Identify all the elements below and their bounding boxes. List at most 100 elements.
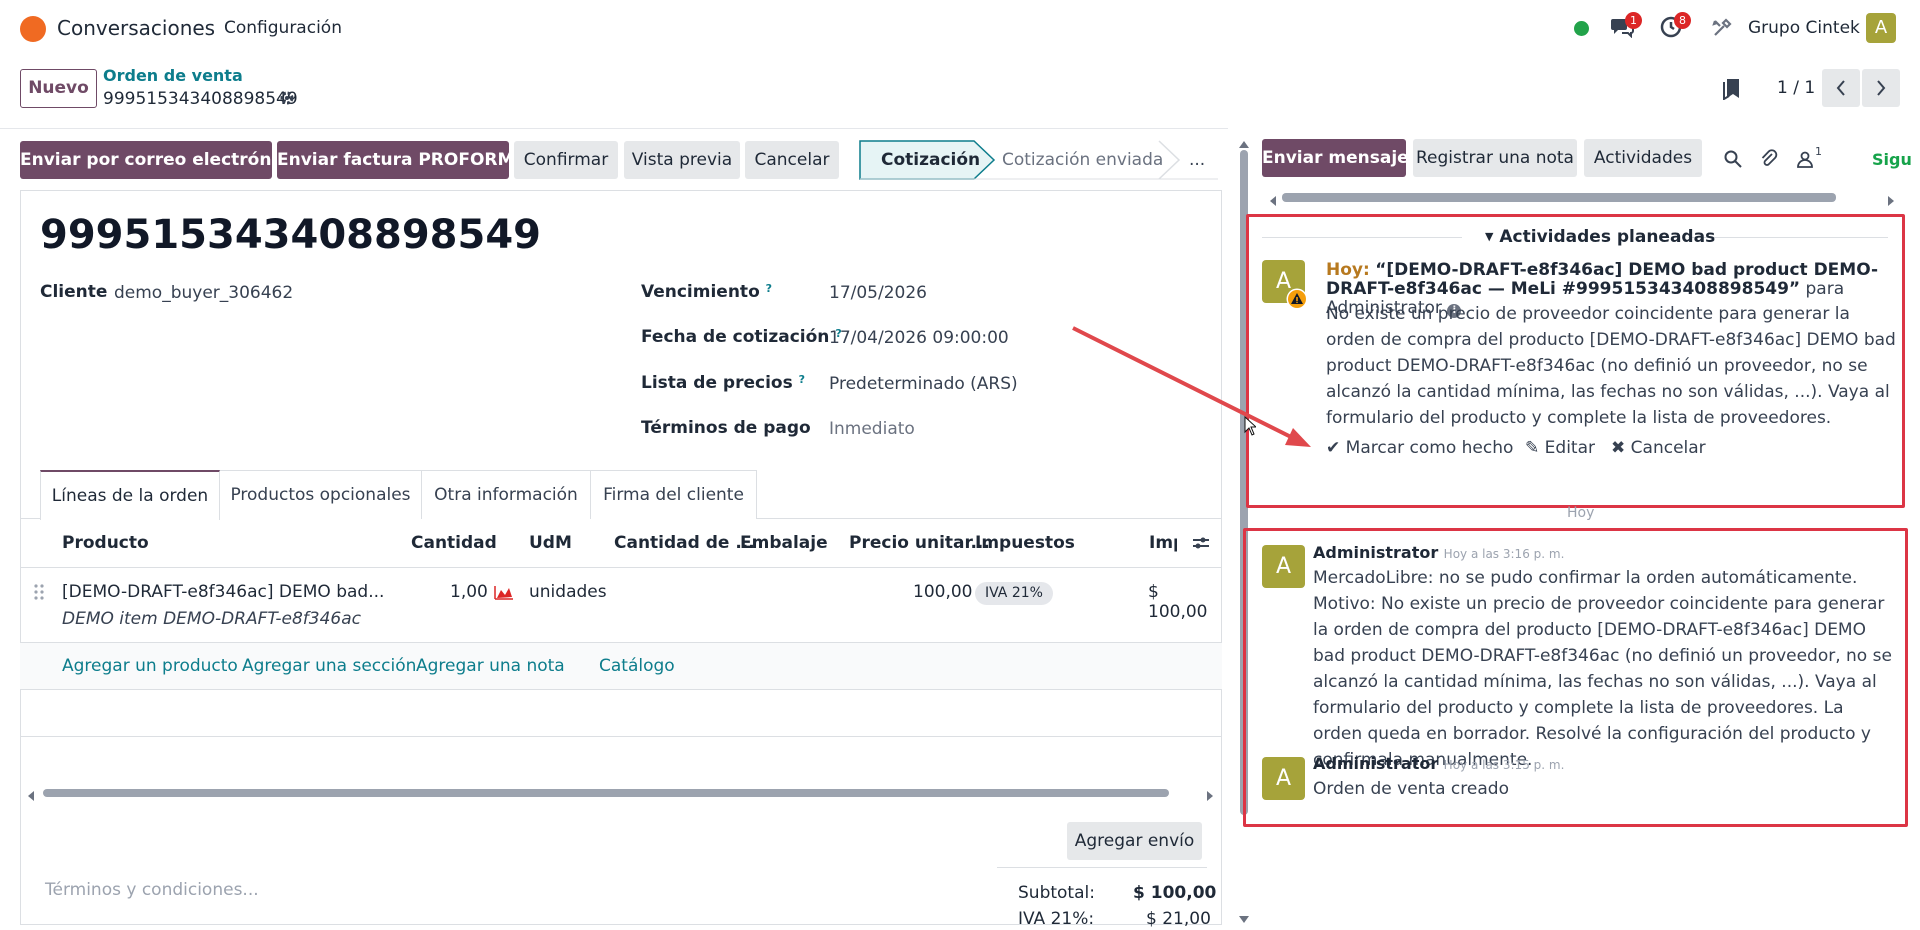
gear-icon[interactable] — [279, 90, 295, 106]
drag-handle-icon[interactable] — [34, 584, 44, 600]
row-quantity[interactable]: 1,00 — [450, 582, 488, 602]
top-navbar: Conversaciones Configuración 1 8 Grupo C… — [0, 0, 1920, 57]
quote-date-field[interactable]: 17/04/2026 09:00:00 — [829, 328, 1009, 348]
tab-order-lines[interactable]: Líneas de la orden — [40, 470, 220, 520]
close-icon: ✖ — [1611, 438, 1626, 458]
scroll-up-icon[interactable] — [1238, 134, 1250, 148]
scroll-right-icon[interactable] — [1886, 192, 1896, 206]
activities-button[interactable]: Actividades — [1584, 139, 1702, 177]
tab-optional-products[interactable]: Productos opcionales — [219, 470, 422, 519]
column-header-amount[interactable]: Impo — [1149, 533, 1177, 553]
preview-button[interactable]: Vista previa — [624, 141, 740, 179]
message-avatar[interactable]: A — [1262, 757, 1305, 800]
follow-button[interactable]: Sigu — [1872, 150, 1912, 169]
row-amount: $ 100,00 — [1148, 582, 1208, 622]
stage-cotizacion-enviada[interactable]: Cotización enviada — [1002, 150, 1163, 170]
new-button[interactable]: Nuevo — [20, 69, 97, 108]
empty-row — [20, 689, 1222, 737]
quote-date-label: Fecha de cotización ? — [641, 327, 842, 347]
message-author[interactable]: Administrator — [1313, 543, 1438, 562]
pager-next-button[interactable] — [1862, 69, 1900, 107]
row-uom[interactable]: unidades — [529, 582, 607, 602]
debug-tools-icon[interactable] — [1712, 18, 1732, 38]
breadcrumb-parent[interactable]: Orden de venta — [103, 66, 243, 85]
mark-done-button[interactable]: ✔ Marcar como hecho — [1326, 438, 1513, 458]
expiration-label: Vencimiento ? — [641, 282, 773, 302]
add-product-link[interactable]: Agregar un producto — [62, 656, 238, 676]
company-switcher[interactable]: Grupo Cintek — [1748, 18, 1860, 38]
cancel-button[interactable]: Cancelar — [745, 141, 839, 179]
pricelist-field[interactable]: Predeterminado (ARS) — [829, 374, 1018, 394]
pencil-icon: ✎ — [1525, 438, 1540, 458]
status-bar: Cotización Cotización enviada ... — [859, 140, 1219, 180]
planned-activities-toggle[interactable]: ▼ Actividades planeadas — [1485, 227, 1715, 247]
send-proforma-button[interactable]: Enviar factura PROFORMA — [277, 141, 528, 179]
tax-badge[interactable]: IVA 21% — [975, 582, 1053, 605]
column-header-packaging[interactable]: Embalaje — [740, 533, 828, 553]
optional-columns-icon[interactable] — [1192, 535, 1210, 551]
stage-cotizacion[interactable]: Cotización — [881, 150, 980, 170]
horizontal-scrollbar[interactable] — [43, 789, 1169, 797]
column-header-product[interactable]: Producto — [62, 533, 149, 553]
column-header-unit-price[interactable]: Precio unitar... — [849, 533, 990, 553]
terms-conditions-input[interactable]: Términos y condiciones... — [45, 880, 259, 900]
send-email-button[interactable]: Enviar por correo electrónico — [20, 141, 299, 179]
presence-status-icon — [1574, 21, 1589, 36]
column-header-taxes[interactable]: Impuestos — [975, 533, 1075, 553]
add-note-link[interactable]: Agregar una nota — [416, 656, 565, 676]
send-message-button[interactable]: Enviar mensaje — [1262, 139, 1409, 177]
divider — [0, 128, 1228, 129]
edit-activity-button[interactable]: ✎ Editar — [1525, 438, 1595, 458]
expiration-field[interactable]: 17/05/2026 — [829, 283, 927, 303]
row-description[interactable]: DEMO item DEMO-DRAFT-e8f346ac — [62, 609, 361, 629]
pager-value[interactable]: 1 / 1 — [1777, 78, 1815, 98]
payment-terms-field[interactable]: Inmediato — [829, 419, 915, 439]
followers-count: 1 — [1815, 145, 1822, 158]
tax-value: $ 21,00 — [1146, 909, 1211, 929]
scroll-left-icon[interactable] — [26, 787, 36, 801]
divider — [1688, 237, 1888, 238]
bookmarks-icon[interactable] — [1722, 78, 1742, 101]
help-icon[interactable]: ? — [799, 373, 805, 386]
help-icon[interactable]: ? — [766, 282, 772, 295]
followers-icon[interactable] — [1796, 150, 1814, 168]
add-section-link[interactable]: Agregar una sección — [242, 656, 416, 676]
pager-previous-button[interactable] — [1822, 69, 1860, 107]
check-icon: ✔ — [1326, 438, 1341, 458]
messages-badge: 1 — [1625, 12, 1642, 29]
chatter-horizontal-scrollbar[interactable] — [1282, 193, 1836, 202]
stage-more[interactable]: ... — [1189, 150, 1205, 170]
add-shipping-button[interactable]: Agregar envío — [1067, 822, 1202, 860]
tab-customer-signature[interactable]: Firma del cliente — [590, 470, 757, 519]
user-avatar[interactable]: A — [1866, 13, 1896, 43]
message-header: Administrator Hoy a las 3:16 p. m. — [1313, 543, 1564, 563]
paperclip-icon[interactable] — [1760, 149, 1778, 169]
row-product[interactable]: [DEMO-DRAFT-e8f346ac] DEMO bad... — [62, 582, 384, 602]
table-row[interactable]: [DEMO-DRAFT-e8f346ac] DEMO bad... DEMO i… — [20, 568, 1222, 642]
tab-other-info[interactable]: Otra información — [421, 470, 591, 519]
customer-label: Cliente — [40, 282, 108, 302]
confirm-button[interactable]: Confirmar — [514, 141, 618, 179]
column-header-uom[interactable]: UdM — [529, 533, 572, 553]
column-header-qty-delivered[interactable]: Cantidad de ... — [614, 533, 755, 553]
app-title[interactable]: Conversaciones — [57, 16, 215, 40]
catalog-link[interactable]: Catálogo — [599, 656, 675, 676]
scroll-left-icon[interactable] — [1268, 192, 1278, 206]
app-logo-icon[interactable] — [20, 16, 46, 42]
row-unit-price[interactable]: 100,00 — [913, 582, 972, 602]
forecast-chart-icon[interactable] — [494, 584, 514, 600]
message-avatar[interactable]: A — [1262, 545, 1305, 588]
scroll-right-icon[interactable] — [1205, 787, 1215, 801]
messaging-menu[interactable]: 1 — [1610, 12, 1642, 39]
activity-menu[interactable]: 8 — [1660, 12, 1691, 40]
activity-summary: “[DEMO-DRAFT-e8f346ac] DEMO bad product … — [1326, 260, 1879, 299]
column-header-quantity[interactable]: Cantidad — [411, 533, 497, 553]
menu-configuracion[interactable]: Configuración — [224, 18, 342, 38]
customer-field[interactable]: demo_buyer_306462 — [114, 283, 293, 303]
scroll-down-icon[interactable] — [1238, 910, 1250, 923]
cancel-activity-button[interactable]: ✖ Cancelar — [1611, 438, 1706, 458]
message-author[interactable]: Administrator — [1313, 754, 1438, 773]
log-note-button[interactable]: Registrar una nota — [1413, 139, 1577, 177]
search-icon[interactable] — [1724, 150, 1742, 168]
record-title: 999515343408898549 — [40, 212, 541, 258]
